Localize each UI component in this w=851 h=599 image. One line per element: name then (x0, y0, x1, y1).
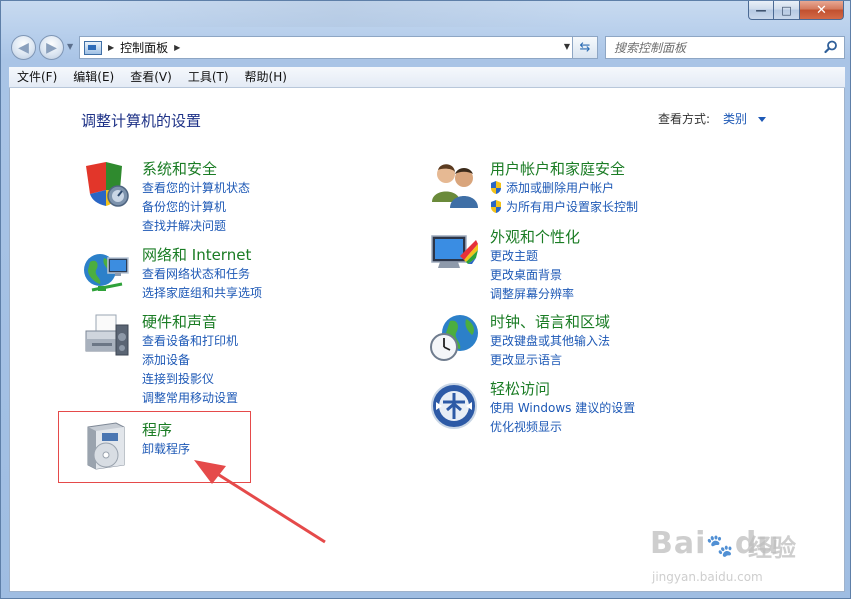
shield-icon (86, 162, 129, 207)
refresh-button[interactable]: ⇆ (572, 36, 598, 59)
monitor-palette-icon (431, 235, 478, 268)
view-by-value: 类别 (723, 112, 748, 126)
link-parental-controls[interactable]: 为所有用户设置家长控制 (490, 198, 638, 217)
category-title[interactable]: 轻松访问 (490, 380, 635, 399)
search-icon[interactable] (824, 40, 838, 54)
breadcrumb-control-panel[interactable]: 控制面板 (120, 39, 168, 56)
search-input[interactable] (614, 40, 814, 55)
link-recommended-settings[interactable]: 使用 Windows 建议的设置 (490, 399, 635, 418)
category-text: 用户帐户和家庭安全 添加或删除用户帐户 为所有用户设置家长控制 (490, 160, 638, 217)
content-pane: 调整计算机的设置 查看方式: 类别 系统和安全 查看您的计算机状态 备份您的计算… (9, 88, 845, 592)
arrow-annotation-icon (194, 460, 326, 544)
category-title[interactable]: 硬件和声音 (142, 313, 238, 332)
forward-button[interactable]: ▶ (39, 35, 64, 60)
close-icon: ✕ (816, 2, 827, 18)
menu-file[interactable]: 文件(F) (9, 67, 65, 88)
control-panel-window: — □ ✕ ◀ ▶ ▼ ▶ 控制面板 ▶ ▼ ⇆ 文件(F) 编辑(E) 查看(… (0, 0, 851, 599)
link-mobility-settings[interactable]: 调整常用移动设置 (142, 389, 238, 408)
link-homegroup-sharing[interactable]: 选择家庭组和共享选项 (142, 284, 262, 303)
menu-tools[interactable]: 工具(T) (180, 67, 237, 88)
address-bar[interactable]: ▶ 控制面板 ▶ ▼ (79, 36, 575, 59)
menu-view[interactable]: 查看(V) (122, 67, 180, 88)
link-label: 添加或删除用户帐户 (506, 181, 615, 195)
users-icon (432, 164, 478, 208)
category-text: 外观和个性化 更改主题 更改桌面背景 调整屏幕分辨率 (490, 228, 580, 304)
link-change-keyboard[interactable]: 更改键盘或其他输入法 (490, 332, 610, 351)
link-check-computer-status[interactable]: 查看您的计算机状态 (142, 179, 250, 198)
title-bar (91, 1, 591, 27)
category-text: 时钟、语言和区域 更改键盘或其他输入法 更改显示语言 (490, 313, 610, 370)
link-devices-printers[interactable]: 查看设备和打印机 (142, 332, 238, 351)
category-text: 系统和安全 查看您的计算机状态 备份您的计算机 查找并解决问题 (142, 160, 250, 236)
link-label: 为所有用户设置家长控制 (506, 200, 639, 214)
refresh-icon: ⇆ (579, 40, 591, 55)
globe-network-icon (84, 254, 129, 292)
minimize-icon: — (755, 3, 767, 17)
back-button[interactable]: ◀ (11, 35, 36, 60)
link-optimize-video[interactable]: 优化视频显示 (490, 418, 635, 437)
address-dropdown-icon[interactable]: ▼ (564, 42, 570, 51)
view-by-label: 查看方式: (657, 112, 710, 126)
category-text: 网络和 Internet 查看网络状态和任务 选择家庭组和共享选项 (142, 246, 262, 303)
link-adjust-resolution[interactable]: 调整屏幕分辨率 (490, 285, 580, 304)
link-change-desktop-background[interactable]: 更改桌面背景 (490, 266, 580, 285)
navigation-row: ◀ ▶ ▼ ▶ 控制面板 ▶ ▼ ⇆ (9, 33, 845, 61)
minimize-button[interactable]: — (748, 1, 774, 20)
printer-icon (85, 314, 129, 356)
link-add-remove-accounts[interactable]: 添加或删除用户帐户 (490, 179, 638, 198)
category-text: 轻松访问 使用 Windows 建议的设置 优化视频显示 (490, 380, 635, 437)
link-change-theme[interactable]: 更改主题 (490, 247, 580, 266)
ease-of-access-icon (431, 383, 477, 429)
category-title[interactable]: 系统和安全 (142, 160, 250, 179)
baidu-watermark: Bai🐾du 经验 jingyan.baidu.com (650, 506, 810, 596)
search-box[interactable] (605, 36, 845, 59)
control-panel-icon (84, 40, 102, 55)
category-text: 硬件和声音 查看设备和打印机 添加设备 连接到投影仪 调整常用移动设置 (142, 313, 238, 408)
close-button[interactable]: ✕ (800, 1, 844, 20)
category-title[interactable]: 时钟、语言和区域 (490, 313, 610, 332)
watermark-url: jingyan.baidu.com (652, 570, 763, 584)
link-connect-projector[interactable]: 连接到投影仪 (142, 370, 238, 389)
link-change-display-language[interactable]: 更改显示语言 (490, 351, 610, 370)
uac-shield-icon (491, 181, 501, 194)
arrow-right-icon: ▶ (46, 39, 57, 56)
menu-bar: 文件(F) 编辑(E) 查看(V) 工具(T) 帮助(H) (9, 67, 845, 88)
chevron-down-icon (757, 117, 766, 122)
caption-buttons: — □ ✕ (748, 1, 844, 20)
link-add-device[interactable]: 添加设备 (142, 351, 238, 370)
recent-pages-dropdown[interactable]: ▼ (67, 42, 73, 51)
link-view-network-status[interactable]: 查看网络状态和任务 (142, 265, 262, 284)
view-by-dropdown[interactable]: 类别 (723, 110, 766, 127)
maximize-icon: □ (781, 3, 792, 17)
category-title[interactable]: 外观和个性化 (490, 228, 580, 247)
menu-help[interactable]: 帮助(H) (237, 67, 295, 88)
menu-edit[interactable]: 编辑(E) (65, 67, 122, 88)
link-backup-computer[interactable]: 备份您的计算机 (142, 198, 250, 217)
category-title[interactable]: 用户帐户和家庭安全 (490, 160, 638, 179)
arrow-left-icon: ◀ (18, 39, 29, 56)
clock-globe-icon (430, 315, 478, 361)
page-title: 调整计算机的设置 (81, 112, 202, 130)
category-title[interactable]: 网络和 Internet (142, 246, 262, 265)
breadcrumb-arrow-icon[interactable]: ▶ (108, 43, 114, 52)
uac-shield-icon (491, 200, 501, 213)
maximize-button[interactable]: □ (774, 1, 800, 20)
link-find-fix-problems[interactable]: 查找并解决问题 (142, 217, 250, 236)
breadcrumb-arrow-icon[interactable]: ▶ (174, 43, 180, 52)
watermark-suffix: 经验 (748, 534, 796, 562)
paw-icon: 🐾 (706, 534, 735, 559)
